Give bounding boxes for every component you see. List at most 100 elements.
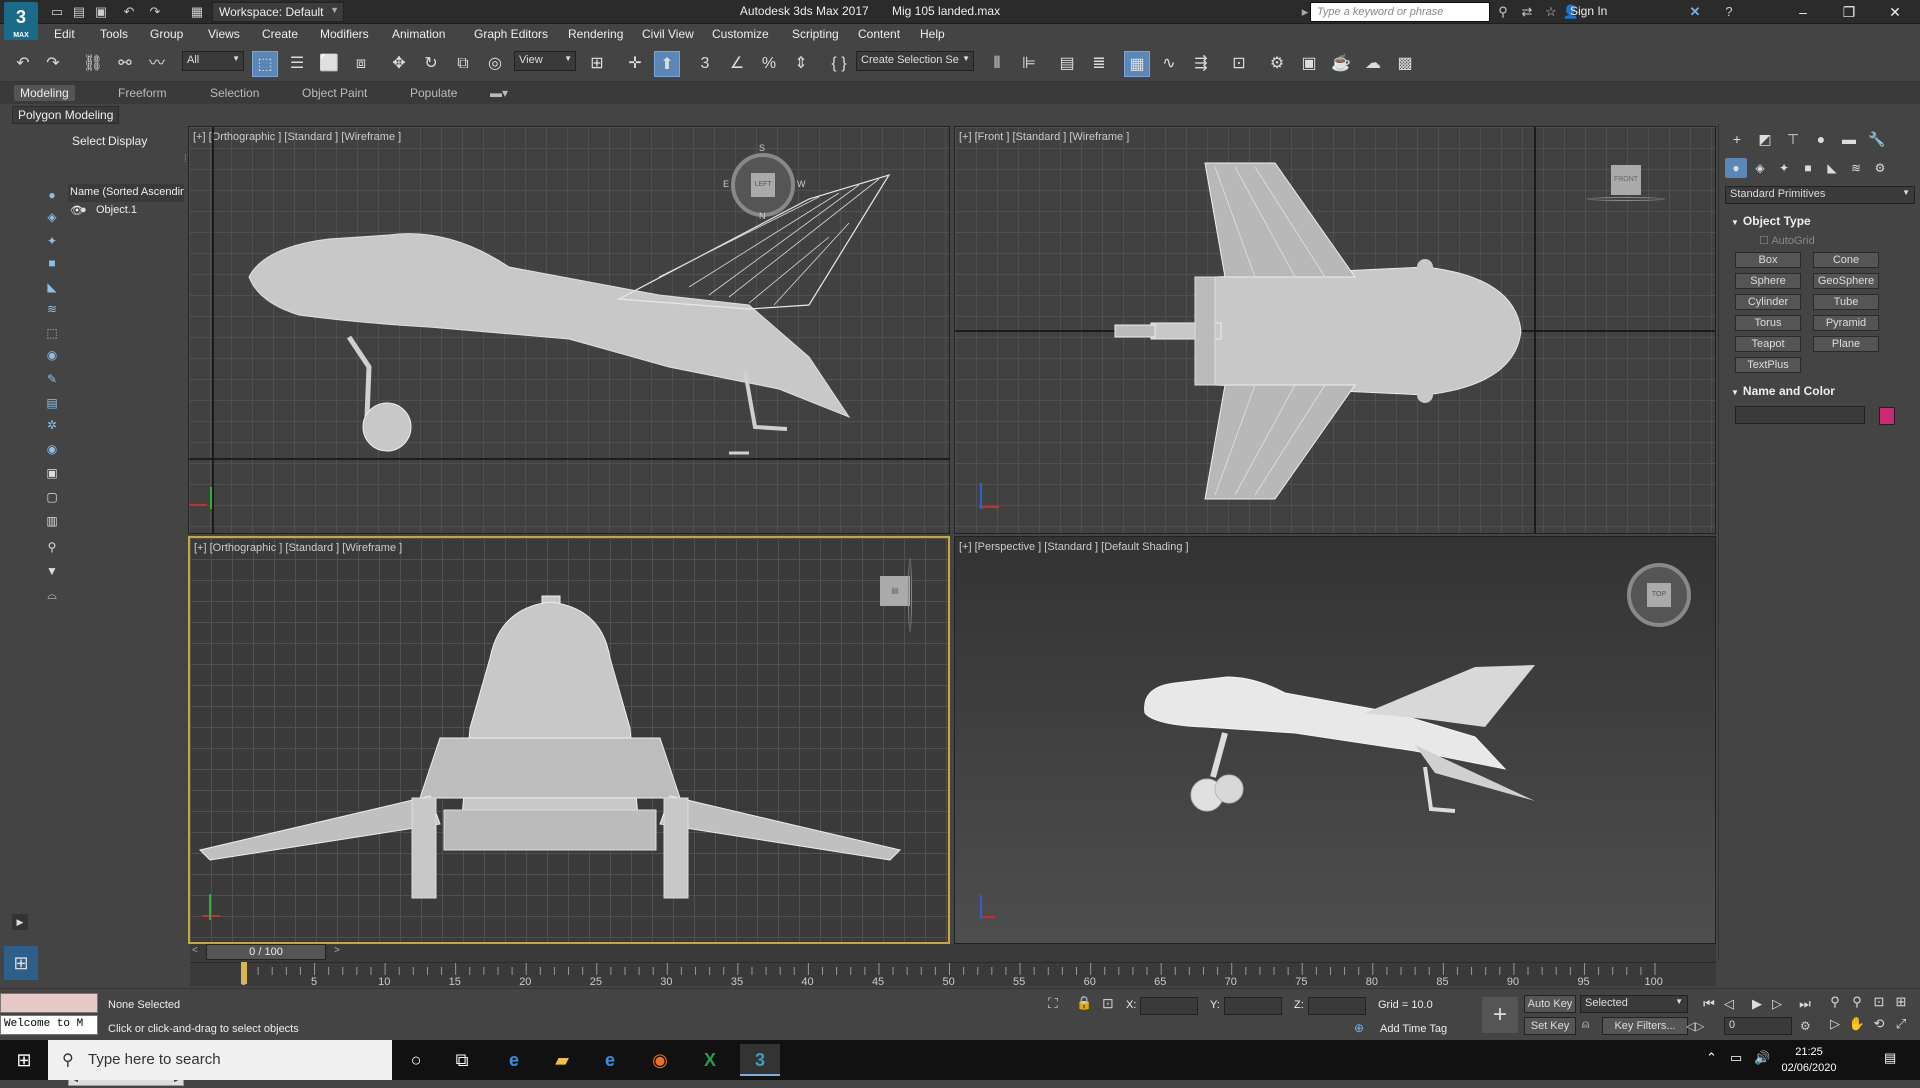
3ds-max-taskbar-icon[interactable]: 3 xyxy=(740,1044,780,1076)
system-clock[interactable]: 21:25 02/06/2020 xyxy=(1776,1044,1842,1076)
sign-in-button[interactable]: Sign In xyxy=(1570,4,1607,18)
viewcube-ring[interactable] xyxy=(1587,197,1665,201)
selection-lock-icon[interactable]: 🔒 xyxy=(1076,995,1092,1011)
previous-frame-icon[interactable]: ◁ xyxy=(1720,995,1738,1013)
viewcube-face[interactable]: ▤ xyxy=(880,576,910,606)
space-warps-icon[interactable]: ≋ xyxy=(1845,158,1867,178)
unlink-icon[interactable]: ⚯ xyxy=(112,51,138,77)
motion-tab-icon[interactable]: ● xyxy=(1809,128,1833,150)
rotate-icon[interactable]: ↻ xyxy=(418,51,444,77)
render-gallery-icon[interactable]: ▩ xyxy=(1392,51,1418,77)
help-search-input[interactable]: Type a keyword or phrase xyxy=(1310,2,1490,22)
display-frozen-icon[interactable]: ✲ xyxy=(42,416,62,434)
viewport-top-right[interactable]: [+] [Front ] [Standard ] [Wireframe ] FR… xyxy=(954,126,1716,534)
viewcube-face[interactable]: LEFT xyxy=(751,173,775,197)
expand-panel-icon[interactable]: ▶ xyxy=(12,914,28,930)
object-name-input[interactable] xyxy=(1735,406,1865,424)
play-icon[interactable]: ▶ xyxy=(1748,995,1766,1013)
go-to-end-icon[interactable]: ⏭ xyxy=(1796,995,1814,1013)
project-folder-icon[interactable]: ▦ xyxy=(188,3,206,21)
zoom-all-icon[interactable]: ⚲ xyxy=(1848,993,1866,1011)
display-bones-icon[interactable]: ✎ xyxy=(42,370,62,388)
shapes-icon[interactable]: ◈ xyxy=(1749,158,1771,178)
workspace-dropdown[interactable]: Workspace: Default ▼ xyxy=(212,2,344,22)
rendered-frame-window-icon[interactable]: ▣ xyxy=(1296,51,1322,77)
helpers-icon[interactable]: ◣ xyxy=(1821,158,1843,178)
display-none-icon[interactable]: ▢ xyxy=(42,488,62,506)
close-window-button[interactable]: ✕ xyxy=(1872,0,1918,24)
restore-button[interactable]: ❐ xyxy=(1826,0,1872,24)
viewcube-face[interactable]: TOP xyxy=(1647,583,1671,607)
menu-edit[interactable]: Edit xyxy=(54,27,75,41)
key-mode-toggle-icon[interactable]: ◁▷ xyxy=(1686,1019,1704,1033)
notifications-icon[interactable]: ▤ xyxy=(1884,1050,1896,1066)
angle-snap-icon[interactable]: ∠ xyxy=(724,51,750,77)
maximize-viewport-icon[interactable]: ⤢ xyxy=(1892,1015,1910,1033)
time-tag-icon[interactable]: ⊕ xyxy=(1354,1021,1364,1035)
menu-customize[interactable]: Customize xyxy=(712,27,769,41)
select-manipulate-icon[interactable]: ✛ xyxy=(622,51,648,77)
named-selection-dropdown[interactable]: Create Selection Se ▼ xyxy=(856,51,974,71)
zoom-icon[interactable]: ⚲ xyxy=(1826,993,1844,1011)
geometry-icon[interactable]: ● xyxy=(1725,158,1747,178)
set-key-button[interactable]: Set Key xyxy=(1524,1017,1576,1035)
set-keys-icon[interactable]: + xyxy=(1482,997,1518,1033)
menu-tools[interactable]: Tools xyxy=(100,27,128,41)
isolate-selection-icon[interactable]: ⛶ xyxy=(1048,995,1058,1012)
scene-object-row[interactable]: 👁 ● Object.1 xyxy=(68,202,184,220)
snaps-toggle-icon[interactable]: 3 xyxy=(692,51,718,77)
modify-tab-icon[interactable]: ◩ xyxy=(1753,128,1777,150)
tab-populate[interactable]: Populate xyxy=(404,85,463,101)
save-file-icon[interactable]: ▣ xyxy=(92,3,110,21)
display-xrefs-icon[interactable]: ◉ xyxy=(42,346,62,364)
tab-selection[interactable]: Selection xyxy=(204,85,265,101)
scene-explorer-display-tab[interactable]: Display xyxy=(108,134,147,148)
next-frame-icon[interactable]: ▷ xyxy=(1768,995,1786,1013)
teapot-button[interactable]: Teapot xyxy=(1735,336,1801,352)
bind-space-warp-icon[interactable]: 〰 xyxy=(144,51,170,77)
display-shapes-icon[interactable]: ◈ xyxy=(42,208,62,226)
menu-scripting[interactable]: Scripting xyxy=(792,27,839,41)
z-coordinate-input[interactable] xyxy=(1308,997,1366,1015)
current-time-marker[interactable] xyxy=(241,962,247,984)
tab-modeling[interactable]: Modeling xyxy=(14,85,75,101)
pyramid-button[interactable]: Pyramid xyxy=(1813,315,1879,331)
tray-overflow-icon[interactable]: ⌃ xyxy=(1706,1050,1717,1066)
viewcube-face[interactable]: FRONT xyxy=(1611,165,1641,195)
edit-named-selections-icon[interactable]: { } xyxy=(826,51,852,77)
link-icon[interactable]: ⛓ xyxy=(80,51,106,77)
display-helpers-icon[interactable]: ◣ xyxy=(42,278,62,296)
time-configuration-icon[interactable]: ⚙ xyxy=(1800,1019,1811,1033)
material-editor-icon[interactable]: ⊡ xyxy=(1226,51,1252,77)
ribbon-options-icon[interactable]: ▬▾ xyxy=(484,85,514,101)
polygon-modeling-panel[interactable]: Polygon Modeling xyxy=(12,106,120,124)
filter-icon[interactable]: ▼ xyxy=(42,562,62,580)
zoom-extents-all-icon[interactable]: ⊞ xyxy=(1892,993,1910,1011)
y-coordinate-input[interactable] xyxy=(1224,997,1282,1015)
display-hidden-icon[interactable]: ◉ xyxy=(42,440,62,458)
textplus-button[interactable]: TextPlus xyxy=(1735,357,1801,373)
lights-icon[interactable]: ✦ xyxy=(1773,158,1795,178)
time-slider[interactable]: < 0 / 100 > xyxy=(190,944,1716,962)
menu-graph-editors[interactable]: Graph Editors xyxy=(474,27,548,41)
autogrid-checkbox[interactable]: ☐ AutoGrid xyxy=(1759,234,1815,247)
excel-icon[interactable]: X xyxy=(690,1044,730,1076)
box-button[interactable]: Box xyxy=(1735,252,1801,268)
render-setup-icon[interactable]: ⚙ xyxy=(1264,51,1290,77)
utilities-tab-icon[interactable]: 🔧 xyxy=(1865,128,1889,150)
scene-explorer-toggle-icon[interactable]: ▤ xyxy=(1054,51,1080,77)
object-color-swatch[interactable] xyxy=(1879,407,1895,425)
display-lights-icon[interactable]: ✦ xyxy=(42,232,62,250)
absolute-mode-transform-icon[interactable]: ⊡ xyxy=(1102,995,1114,1012)
panel-grip-icon[interactable]: ⁞ xyxy=(184,154,187,165)
field-of-view-icon[interactable]: ▷ xyxy=(1826,1015,1844,1033)
taskbar-search-input[interactable]: ⚲ Type here to search xyxy=(48,1040,392,1080)
hierarchy-tab-icon[interactable]: ⊤ xyxy=(1781,128,1805,150)
layer-explorer-icon[interactable]: ≣ xyxy=(1086,51,1112,77)
key-mode-dropdown[interactable]: Selected ▼ xyxy=(1580,995,1688,1013)
viewport-layout-icon[interactable]: ⊞ xyxy=(4,946,38,980)
tube-button[interactable]: Tube xyxy=(1813,294,1879,310)
menu-rendering[interactable]: Rendering xyxy=(568,27,623,41)
viewport-top-left[interactable]: [+] [Orthographic ] [Standard ] [Wirefra… xyxy=(188,126,950,534)
viewport-bottom-right[interactable]: [+] [Perspective ] [Standard ] [Default … xyxy=(954,536,1716,944)
